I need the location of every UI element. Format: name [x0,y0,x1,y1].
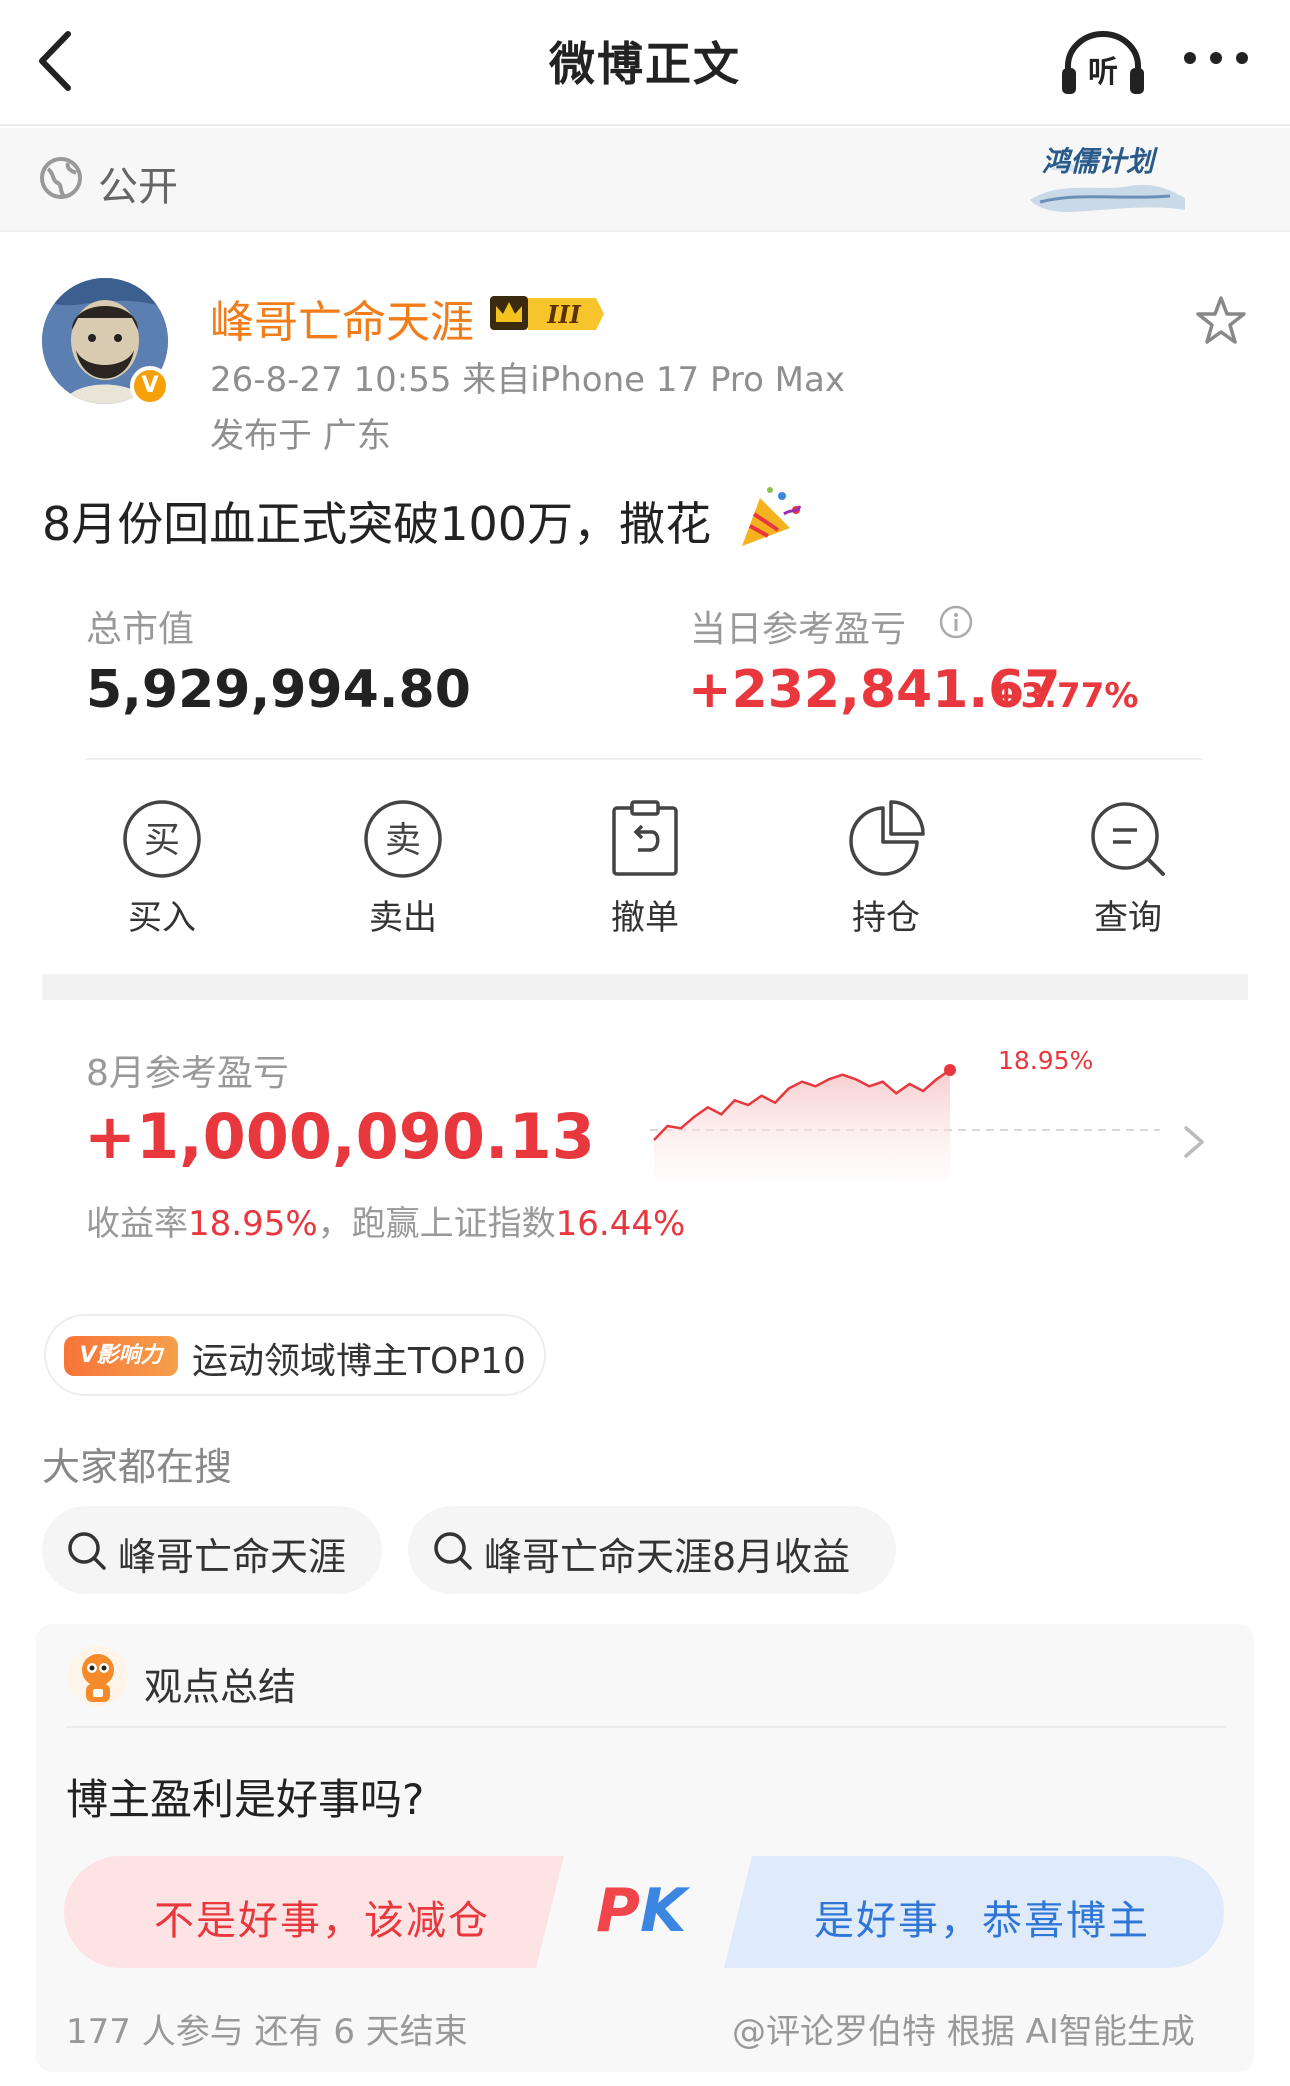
search-icon [1091,802,1165,876]
robot-mascot-icon [68,1646,128,1706]
total-market-value-label: 总市值 [86,609,195,650]
sparkline-peak-label: 18.95% [998,1046,1094,1075]
viewpoint-card: 观点总结 博主盈利是好事吗? 不是好事，该减仓 PK 是好事，恭喜博主 177 … [36,1624,1254,2072]
crown-level-badge-icon[interactable]: III [488,292,608,336]
vote-option-reduce-label: 不是好事，该减仓 [154,1898,490,1944]
verified-badge-icon: V [130,366,170,406]
influence-tag[interactable]: V影响力 运动领域博主TOP10 [44,1314,546,1396]
post-location: 发布于 广东 [210,416,391,456]
visibility-label: 公开 [98,164,178,210]
post-text: 8月份回血正式突破100万，撒花 [42,497,712,551]
return-rate: 18.95% [188,1204,318,1244]
author-name[interactable]: 峰哥亡命天涯 [210,286,474,350]
buy-label: 买入 [128,898,196,938]
daily-pnl-percent: +3.77% [992,676,1139,716]
divider [66,1726,1226,1728]
monthly-pnl-label: 8月参考盈亏 [86,1053,289,1094]
info-icon[interactable] [938,604,974,640]
trending-search-title: 大家都在搜 [42,1445,233,1489]
sell-glyph: 卖 [385,820,421,861]
cancel-order-icon [612,800,678,876]
honor-badge-text: 鸿儒计划 [1042,145,1155,178]
vote-option-reduce-button[interactable]: 不是好事，该减仓 [64,1856,564,1968]
search-chip-label: 峰哥亡命天涯8月收益 [484,1535,851,1579]
search-chip[interactable]: 峰哥亡命天涯8月收益 [408,1506,896,1594]
divider [86,758,1202,760]
favorite-star-icon[interactable] [1194,294,1248,348]
monthly-pnl-value: +1,000,090.13 [84,1100,595,1173]
query-button[interactable]: 查询 [1048,798,1208,938]
search-icon [68,1532,106,1570]
total-market-value: 5,929,994.80 [86,660,471,720]
positions-button[interactable]: 持仓 [806,798,966,938]
section-divider [42,974,1248,1000]
post-meta: 26-8-27 10:55 来自iPhone 17 Pro Max [210,360,845,400]
cancel-order-label: 撤单 [611,898,679,938]
sell-button[interactable]: 卖 卖出 [323,798,483,938]
vote-stats: 177 人参与 还有 6 天结束 [66,2012,468,2052]
search-icon [434,1532,472,1570]
honor-plan-badge[interactable]: 鸿儒计划 [1020,130,1190,222]
monthly-return-desc: 收益率18.95%，跑赢上证指数16.44% [86,1196,685,1245]
sell-icon: 卖 [364,800,442,878]
search-chip[interactable]: 峰哥亡命天涯 [42,1506,382,1594]
nav-header: 微博正文 听 [0,0,1290,126]
return-prefix: 收益率 [86,1204,188,1244]
sell-label: 卖出 [369,898,437,938]
query-label: 查询 [1094,898,1162,938]
influence-text: 运动领域博主TOP10 [192,1341,526,1382]
positions-label: 持仓 [852,898,920,938]
daily-pnl-label: 当日参考盈亏 [690,609,907,650]
return-mid: ，跑赢上证指数 [317,1204,556,1244]
level-badge-text: III [546,300,581,329]
search-chip-label: 峰哥亡命天涯 [118,1535,347,1579]
buy-icon: 买 [123,800,201,878]
cancel-order-button[interactable]: 撤单 [565,798,725,938]
vote-option-congrats-button[interactable]: 是好事，恭喜博主 [724,1856,1224,1968]
headphones-listen-icon[interactable]: 听 [1060,28,1146,98]
visibility-bar: 公开 鸿儒计划 [0,128,1290,232]
vote-option-congrats-label: 是好事，恭喜博主 [814,1898,1150,1944]
pk-p: P [596,1876,640,1946]
buy-button[interactable]: 买 买入 [82,798,242,938]
beat-index-value: 16.44% [555,1204,686,1244]
more-options-icon[interactable] [1180,48,1252,68]
viewpoint-question: 博主盈利是好事吗? [66,1775,425,1824]
chevron-right-icon[interactable] [1180,1122,1208,1162]
pie-chart-icon [849,800,925,876]
globe-icon [40,157,82,199]
pk-badge: PK [596,1876,686,1946]
viewpoint-title: 观点总结 [144,1665,297,1709]
listen-label: 听 [1088,55,1118,90]
party-popper-icon [742,487,802,546]
sparkline-peak-dot [944,1064,956,1076]
buy-glyph: 买 [144,820,180,861]
pk-k: K [639,1876,687,1946]
influence-badge: V影响力 [64,1336,178,1376]
ai-credit[interactable]: @评论罗伯特 根据 AI智能生成 [732,2004,1195,2053]
